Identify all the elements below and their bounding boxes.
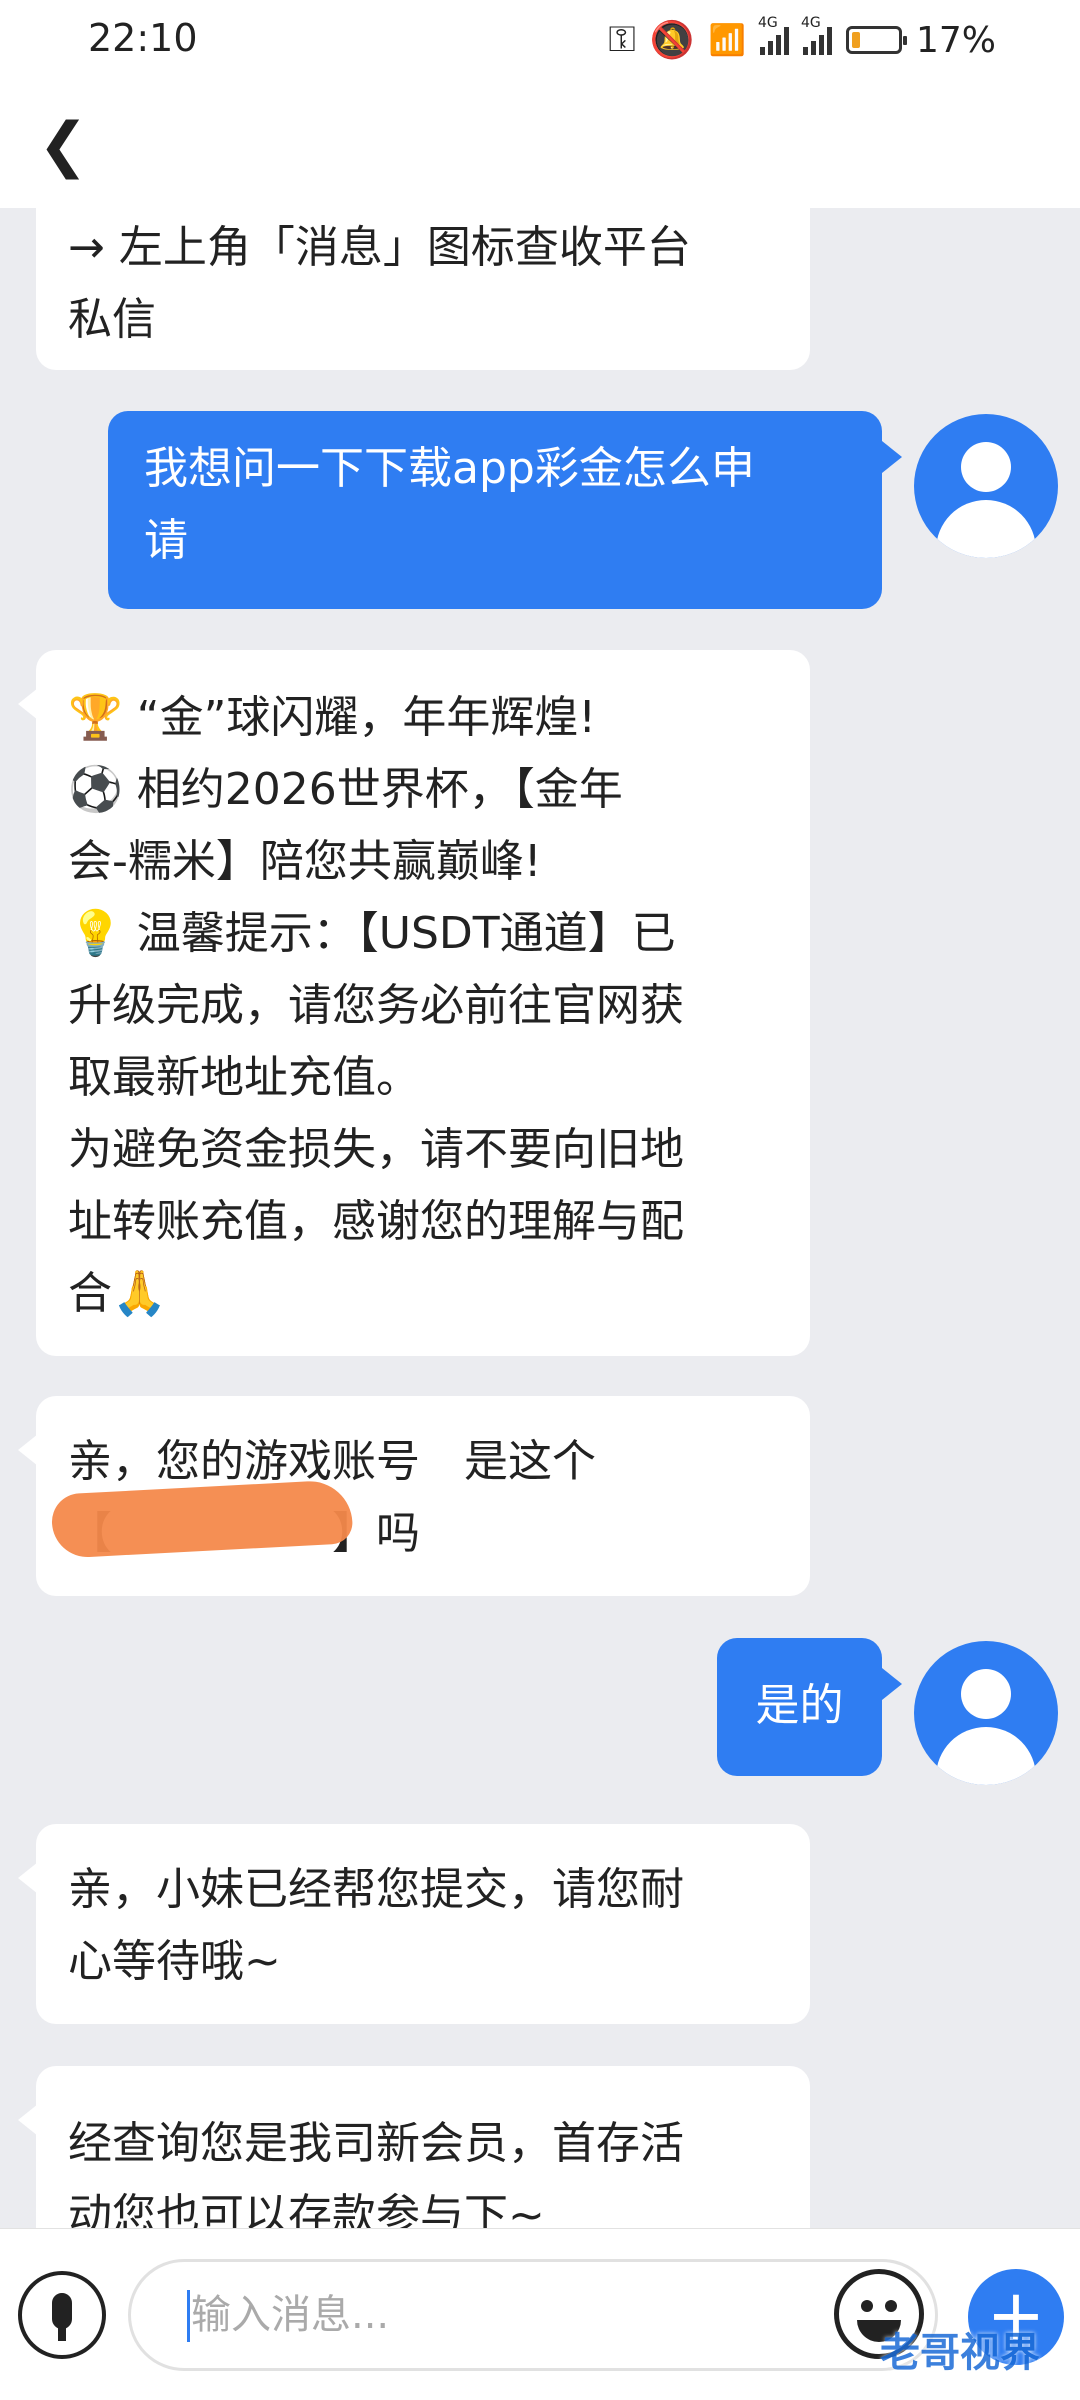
- message-line: 址转账充值，感谢您的理解与配: [68, 1196, 684, 1247]
- message-line: 请: [144, 515, 188, 566]
- user-avatar[interactable]: [914, 414, 1058, 558]
- app-header: 22:10 ⚿ 🔕 📶 4G 4G 17% ❮: [0, 0, 1080, 208]
- message-bubble-outgoing: 我想问一下下载app彩金怎么申 请: [108, 411, 902, 609]
- key-icon: ⚿: [608, 19, 636, 60]
- message-input-placeholder: 输入消息...: [191, 2292, 390, 2338]
- message-line: 合🙏: [68, 1268, 167, 1319]
- status-time: 22:10: [88, 16, 198, 60]
- battery-icon: [845, 26, 907, 54]
- message-bubble-incoming: 🏆 “金”球闪耀，年年辉煌! ⚽ 相约2026世界杯，【金年 会-糯米】陪您共赢…: [18, 650, 810, 1356]
- cell-signal-icon: 4G: [801, 15, 832, 55]
- message-line: 私信: [68, 294, 156, 345]
- cell-signal-icon: 4G: [758, 15, 789, 55]
- message-input[interactable]: 输入消息...: [128, 2259, 938, 2371]
- microphone-icon: [52, 2293, 72, 2329]
- message-line: 亲，您的游戏账号 是这个: [68, 1436, 596, 1487]
- wifi-icon: 📶: [708, 22, 746, 58]
- smiley-icon: [861, 2300, 873, 2312]
- message-line: 💡 温馨提示：【USDT通道】已: [68, 908, 676, 959]
- battery-percent: 17%: [915, 19, 996, 61]
- message-line: ⚽ 相约2026世界杯，【金年: [68, 764, 623, 815]
- message-bubble-outgoing: 是的: [717, 1638, 902, 1776]
- message-bubble-incoming: 亲，小妹已经帮您提交，请您耐 心等待哦~: [18, 1824, 810, 2024]
- avatar-body: [936, 1727, 1036, 1785]
- message-line: 取最新地址充值。: [68, 1052, 420, 1103]
- message-line: 经查询您是我司新会员，首存活: [68, 2118, 684, 2169]
- message-line: 会-糯米】陪您共赢巅峰!: [68, 836, 542, 887]
- message-line: 心等待哦~: [68, 1936, 281, 1987]
- status-icons: ⚿ 🔕 📶 4G 4G 17%: [608, 15, 996, 64]
- chat-area[interactable]: → 左上角「消息」图标查收平台 私信 我想问一下下载app彩金怎么申 请 🏆 “…: [0, 0, 1080, 2228]
- avatar-body: [936, 500, 1036, 558]
- message-line: 是的: [755, 1680, 844, 1731]
- watermark-logo: 老哥视界: [880, 2331, 1040, 2375]
- voice-button[interactable]: [18, 2271, 106, 2359]
- message-bubble-incoming: 经查询您是我司新会员，首存活 动您也可以存款参与下~: [18, 2066, 810, 2228]
- user-avatar[interactable]: [914, 1641, 1058, 1785]
- mute-bell-icon: 🔕: [649, 20, 695, 61]
- message-line: 我想问一下下载app彩金怎么申: [144, 443, 755, 494]
- message-line: → 左上角「消息」图标查收平台: [68, 222, 691, 273]
- avatar-head: [961, 1669, 1011, 1719]
- message-line: 🏆 “金”球闪耀，年年辉煌!: [68, 692, 596, 743]
- back-button[interactable]: ❮: [38, 110, 88, 180]
- avatar-head: [961, 442, 1011, 492]
- message-line: 亲，小妹已经帮您提交，请您耐: [68, 1864, 684, 1915]
- message-line: 为避免资金损失，请不要向旧地: [68, 1124, 684, 1175]
- message-line: 动您也可以存款参与下~: [68, 2190, 545, 2228]
- message-line: 升级完成，请您务必前往官网获: [68, 980, 684, 1031]
